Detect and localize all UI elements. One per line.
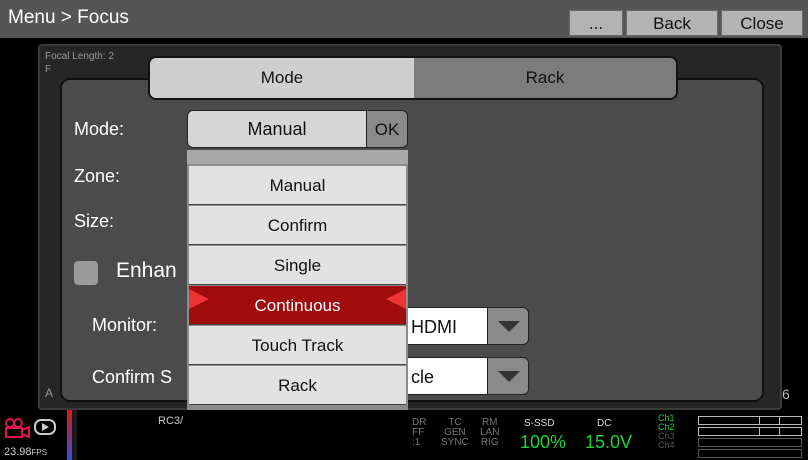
enhance-checkbox[interactable] [74, 261, 98, 285]
play-icon[interactable] [34, 419, 56, 435]
confirm-select[interactable]: cle [404, 357, 488, 395]
enhance-label: Enhan [116, 259, 177, 282]
size-label: Size: [74, 211, 115, 231]
monitor-label: Monitor: [92, 315, 158, 335]
tc-indicator: TC GEN SYNC [441, 418, 469, 448]
tc-line-3: SYNC [441, 437, 469, 448]
power-value: 15.0V [585, 432, 633, 452]
power-label: DC [597, 418, 612, 429]
dr-indicator: DR FF :1 [412, 418, 426, 448]
camera-icon [5, 418, 30, 438]
fps-value: 23.98 [4, 446, 32, 458]
dropdown-option-continuous[interactable]: Continuous [189, 286, 406, 325]
title-bar: Menu > Focus ... Back Close [0, 0, 808, 38]
meter-tick [779, 417, 780, 424]
rc-label: RC3/ [158, 415, 184, 427]
ok-button[interactable]: OK [366, 110, 408, 148]
rm-line-3: RIG [480, 437, 499, 448]
background-digit: 6 [782, 386, 790, 402]
chevron-down-icon[interactable] [487, 357, 529, 395]
background-letter-a: A [45, 386, 54, 400]
fps-unit: FPS [31, 448, 48, 457]
mode-select[interactable]: Manual [187, 110, 367, 148]
chevron-down-icon[interactable] [487, 307, 529, 345]
rm-indicator: RM LAN RIG [480, 418, 499, 448]
selection-marker-right-icon [386, 289, 406, 309]
mode-label: Mode: [74, 119, 125, 139]
zone-label: Zone: [74, 166, 121, 186]
dr-line-3: :1 [412, 437, 421, 448]
focal-length-label: Focal Length: 2 [45, 51, 114, 62]
media-value: 100% [520, 432, 567, 452]
channel-meter-4 [698, 449, 802, 458]
more-button[interactable]: ... [569, 10, 623, 36]
channel-meter-2 [698, 427, 802, 436]
focus-dialog [60, 78, 764, 402]
media-label: S-SSD [524, 418, 555, 429]
status-bar: 23.98FPS RC3/ DR FF :1 TC GEN SYNC RM LA… [0, 410, 808, 460]
breadcrumb-title: Menu > Focus [8, 7, 129, 28]
dropdown-option-rack[interactable]: Rack [189, 366, 406, 405]
selection-marker-left-icon [189, 289, 209, 309]
channel-meter-1 [698, 416, 802, 425]
tab-mode[interactable]: Mode [150, 58, 414, 98]
tab-rack[interactable]: Rack [414, 58, 676, 98]
dropdown-option-single[interactable]: Single [189, 246, 406, 285]
confirm-label: Confirm S [92, 367, 173, 387]
channel-labels: Ch1 Ch2 Ch3 Ch4 [658, 414, 675, 450]
meter-tick [759, 428, 760, 435]
dropdown-header [187, 150, 408, 164]
close-button[interactable]: Close [721, 10, 803, 36]
meter-tick [779, 428, 780, 435]
dropdown-option-manual[interactable]: Manual [189, 166, 406, 205]
dropdown-option-confirm[interactable]: Confirm [189, 206, 406, 245]
back-button[interactable]: Back [626, 10, 718, 36]
channel-meter-3 [698, 438, 802, 447]
meter-tick [759, 417, 760, 424]
channel-4-label: Ch4 [658, 440, 675, 450]
mode-tabs: Mode Rack [148, 56, 678, 100]
monitor-select[interactable]: HDMI [404, 307, 488, 345]
dropdown-option-touch-track[interactable]: Touch Track [189, 326, 406, 365]
audio-meter [67, 410, 77, 460]
background-letter-f: F [45, 64, 52, 75]
fps-readout: 23.98FPS [4, 446, 47, 458]
audio-meter-fill [67, 410, 72, 460]
